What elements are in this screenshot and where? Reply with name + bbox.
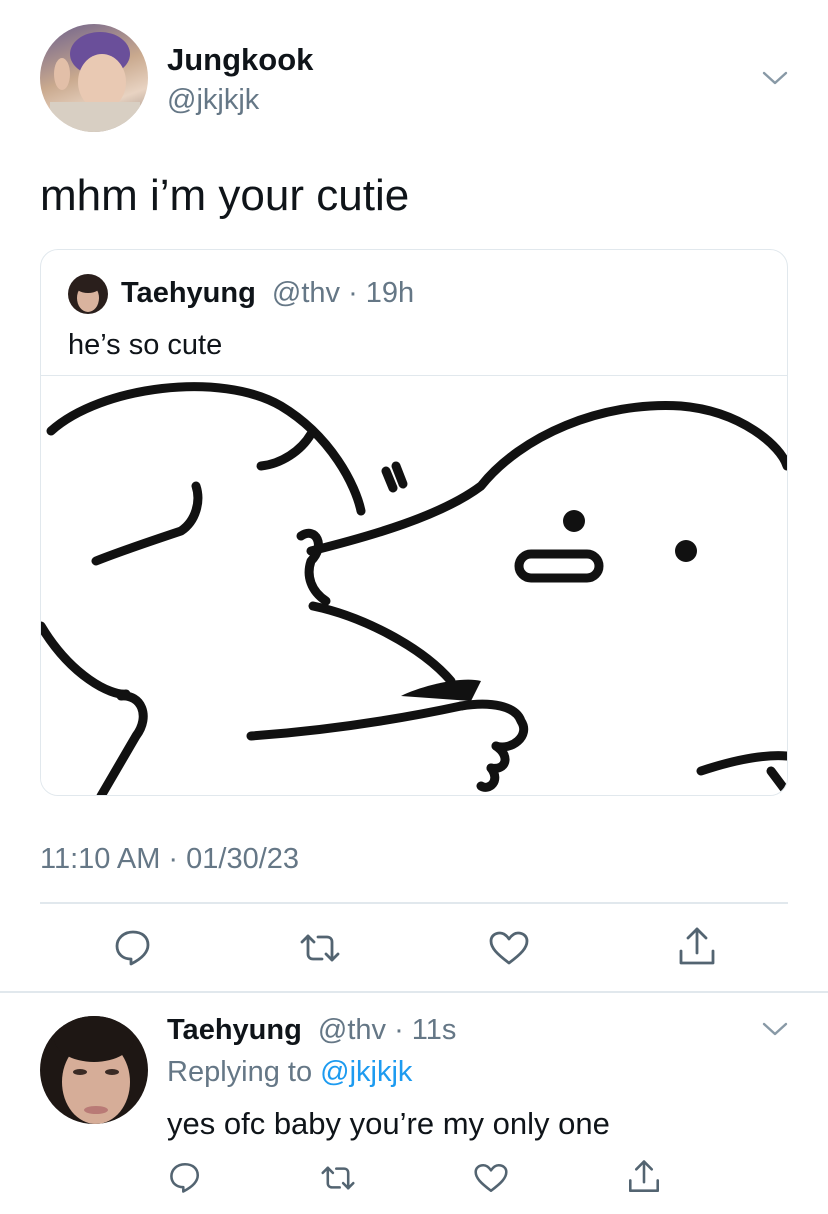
chevron-down-icon[interactable] xyxy=(760,1017,790,1041)
replying-to-label: Replying to xyxy=(167,1056,313,1088)
quoted-author-avatar xyxy=(68,274,108,314)
chevron-down-icon[interactable] xyxy=(760,66,790,90)
heart-icon[interactable] xyxy=(487,928,531,968)
quoted-time: 19h xyxy=(365,277,415,309)
divider xyxy=(40,902,788,904)
quoted-author-handle: @thv xyxy=(271,277,340,309)
quoted-tweet-card[interactable]: Taehyung @thv · 19h he’s so cute xyxy=(40,249,788,796)
comment-icon[interactable] xyxy=(167,1160,203,1194)
retweet-icon[interactable] xyxy=(296,928,344,968)
quoted-text: he’s so cute xyxy=(68,329,223,361)
quoted-author-name: Taehyung xyxy=(121,277,256,309)
reply-author-name[interactable]: Taehyung xyxy=(167,1014,302,1046)
reply-author-handle[interactable]: @thv xyxy=(318,1014,386,1046)
author-name[interactable]: Jungkook xyxy=(167,40,313,80)
replying-to-handle[interactable]: @jkjkjk xyxy=(320,1056,412,1088)
retweet-icon[interactable] xyxy=(317,1161,359,1195)
section-divider xyxy=(0,991,828,993)
quoted-separator: · xyxy=(348,277,358,309)
tweet-timestamp[interactable]: 11:10 AM · 01/30/23 xyxy=(40,840,299,878)
quoted-media-image[interactable] xyxy=(41,375,787,795)
share-icon[interactable] xyxy=(676,925,718,969)
cartoon-illustration xyxy=(41,382,787,795)
share-icon[interactable] xyxy=(626,1158,662,1196)
quoted-author-line: Taehyung @thv · 19h xyxy=(121,274,414,312)
reply-text: yes ofc baby you’re my only one xyxy=(167,1106,610,1141)
reply-time[interactable]: 11s xyxy=(412,1014,457,1046)
tweet-text: mhm i’m your cutie xyxy=(40,171,410,220)
reply-avatar-art xyxy=(54,1016,134,1124)
author-avatar-art xyxy=(50,32,140,132)
reply-author-line: Taehyung @thv · 11s xyxy=(167,1011,456,1049)
comment-icon[interactable] xyxy=(112,927,154,967)
author-avatar[interactable] xyxy=(40,24,148,132)
heart-icon[interactable] xyxy=(472,1161,510,1195)
replying-to-line: Replying to @jkjkjk xyxy=(167,1053,412,1091)
reply-separator: · xyxy=(394,1014,404,1046)
author-handle[interactable]: @jkjkjk xyxy=(167,81,259,119)
reply-author-avatar[interactable] xyxy=(40,1016,148,1124)
